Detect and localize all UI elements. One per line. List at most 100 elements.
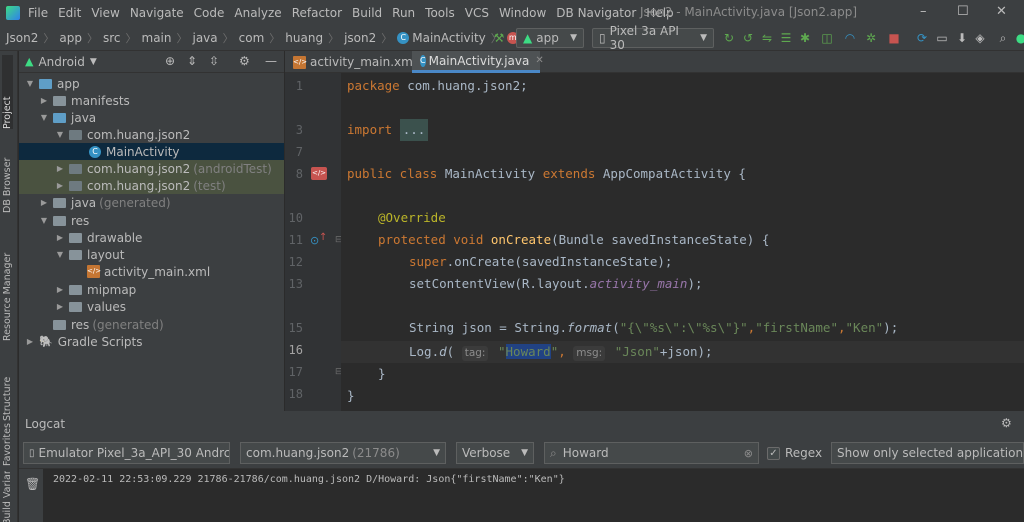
collapse-all-icon[interactable]: ⇳ [209, 54, 219, 68]
tree-node-mipmap[interactable]: ▶ mipmap [55, 281, 136, 298]
close-tab-icon[interactable]: ✕ [535, 55, 543, 66]
build-variants-tool-button[interactable]: Build Variants [2, 471, 13, 522]
tree-node-res[interactable]: ▼ res [39, 212, 89, 229]
sdk-manager-icon[interactable]: ⬇ [955, 31, 969, 45]
attach-debugger-icon[interactable]: ✲ [864, 31, 878, 45]
tab-activity-main-xml[interactable]: </> activity_main.xml ✕ [285, 51, 431, 73]
trash-icon[interactable]: 🗑 [25, 477, 40, 491]
assistant-icon[interactable]: ● [1014, 31, 1024, 45]
stop-icon[interactable]: ■ [887, 31, 901, 45]
menu-refactor[interactable]: Refactor [292, 6, 342, 20]
tree-node-activity-main-xml[interactable]: </> activity_main.xml [87, 263, 210, 280]
chevron-down-icon[interactable]: ▼ [39, 113, 49, 122]
filter-select[interactable]: Show only selected application [831, 442, 1024, 464]
menu-file[interactable]: File [28, 6, 48, 20]
chevron-down-icon[interactable]: ▼ [25, 79, 35, 88]
locate-icon[interactable]: ⊕ [165, 54, 175, 68]
debug-icon[interactable]: ✱ [798, 31, 812, 45]
menu-analyze[interactable]: Analyze [234, 6, 281, 20]
chevron-right-icon[interactable]: ▶ [39, 96, 49, 105]
activity-layout-icon[interactable]: </> [311, 167, 327, 180]
chevron-right-icon[interactable]: ▶ [39, 198, 49, 207]
tree-node-res-generated[interactable]: res (generated) [53, 316, 164, 333]
structure-icon[interactable]: ◈ [973, 31, 987, 45]
rerun-icon[interactable]: ↻ [722, 31, 736, 45]
tree-node-package[interactable]: ▼ com.huang.json2 [55, 126, 190, 143]
project-view-mode-select[interactable]: Android [38, 55, 84, 69]
resource-manager-tool-button[interactable]: Resource Manager [2, 216, 13, 341]
tree-node-manifests[interactable]: ▶ manifests [39, 92, 130, 109]
search-icon[interactable]: ⌕ [996, 31, 1010, 45]
tab-mainactivity-java[interactable]: C MainActivity.java ✕ [412, 51, 544, 73]
tree-node-layout[interactable]: ▼ layout [55, 246, 125, 263]
chevron-right-icon[interactable]: ▶ [55, 285, 65, 294]
device-manager-icon[interactable]: ▭ [935, 31, 949, 45]
menu-navigate[interactable]: Navigate [130, 6, 184, 20]
hide-panel-icon[interactable]: — [265, 54, 277, 68]
menu-edit[interactable]: Edit [58, 6, 81, 20]
chevron-right-icon[interactable]: ▶ [55, 233, 65, 242]
clear-icon[interactable]: ⊗ [744, 447, 753, 460]
profile-icon[interactable]: ◠ [843, 31, 857, 45]
tree-node-java-generated[interactable]: ▶ java (generated) [39, 194, 171, 211]
tree-node-app[interactable]: ▼ app [25, 75, 80, 92]
device-select[interactable]: ▯ Pixel 3a API 30 ▼ [592, 24, 714, 52]
minimize-icon[interactable]: – [920, 4, 927, 19]
gear-icon[interactable]: ⚙ [1001, 416, 1012, 430]
breadcrumb-item[interactable]: java [192, 31, 217, 45]
gear-icon[interactable]: ⚙ [239, 54, 250, 68]
coverage-icon[interactable]: ◫ [820, 31, 834, 45]
close-icon[interactable]: ✕ [996, 4, 1007, 19]
tree-node-package-androidtest[interactable]: ▶ com.huang.json2 (androidTest) [19, 160, 284, 177]
log-search-input[interactable]: ⌕ Howard ⊗ [544, 442, 759, 464]
run-config-select[interactable]: ▲ app ▼ [516, 28, 584, 48]
sync-gradle-icon[interactable]: ⟳ [915, 31, 929, 45]
chevron-right-icon[interactable]: ▶ [55, 181, 65, 190]
tree-node-values[interactable]: ▶ values [55, 298, 126, 315]
favorites-tool-button[interactable]: Favorites [2, 396, 13, 466]
folded-imports[interactable]: ... [399, 119, 429, 141]
chevron-right-icon[interactable]: ▶ [25, 337, 35, 346]
tree-node-package-test[interactable]: ▶ com.huang.json2 (test) [19, 177, 284, 194]
tree-node-drawable[interactable]: ▶ drawable [55, 229, 142, 246]
log-level-select[interactable]: Verbose ▼ [456, 442, 534, 464]
expand-all-icon[interactable]: ⇕ [187, 54, 197, 68]
db-browser-tool-button[interactable]: DB Browser [2, 135, 13, 213]
process-select[interactable]: com.huang.json2 (21786) ▼ [240, 442, 446, 464]
breadcrumb-item[interactable]: src [103, 31, 121, 45]
tree-node-gradle-scripts[interactable]: ▶ 🐘 Gradle Scripts [25, 333, 143, 350]
breadcrumb-item[interactable]: main [142, 31, 172, 45]
chevron-right-icon[interactable]: ▶ [55, 302, 65, 311]
code-editor[interactable]: package com.huang.json2; import ... publ… [341, 73, 1024, 411]
tree-node-java[interactable]: ▼ java [39, 109, 96, 126]
menu-view[interactable]: View [91, 6, 119, 20]
project-tool-button[interactable]: Project [2, 55, 13, 129]
menu-run[interactable]: Run [392, 6, 415, 20]
checkbox-checked-icon[interactable]: ✓ [767, 446, 780, 460]
menu-tools[interactable]: Tools [425, 6, 455, 20]
run-tests-icon[interactable]: ☰ [779, 31, 793, 45]
breadcrumb-item[interactable]: huang [285, 31, 323, 45]
apply-code-changes-icon[interactable]: ⇋ [760, 31, 774, 45]
breadcrumb-item[interactable]: app [59, 31, 82, 45]
tree-node-mainactivity[interactable]: C MainActivity [19, 143, 284, 160]
chevron-down-icon[interactable]: ▼ [55, 250, 65, 259]
hammer-icon[interactable]: ⚒ [492, 31, 506, 45]
menu-window[interactable]: Window [499, 6, 546, 20]
device-select[interactable]: ▯ Emulator Pixel_3a_API_30 Andrc ▼ [23, 442, 230, 464]
apply-changes-icon[interactable]: ↺ [741, 31, 755, 45]
breadcrumb-item[interactable]: Json2 [6, 31, 38, 45]
regex-checkbox[interactable]: ✓ Regex [767, 446, 822, 460]
breadcrumb-item[interactable]: json2 [344, 31, 376, 45]
chevron-down-icon[interactable]: ▼ [90, 57, 97, 67]
override-method-icon[interactable]: ⊙ [310, 234, 319, 247]
breadcrumb-item[interactable]: MainActivity [412, 31, 486, 45]
breadcrumb-item[interactable]: com [239, 31, 265, 45]
maximize-icon[interactable]: ☐ [957, 4, 969, 19]
menu-build[interactable]: Build [352, 6, 382, 20]
chevron-down-icon[interactable]: ▼ [55, 130, 65, 139]
chevron-right-icon[interactable]: ▶ [55, 164, 65, 173]
menu-code[interactable]: Code [194, 6, 225, 20]
menu-vcs[interactable]: VCS [465, 6, 489, 20]
chevron-down-icon[interactable]: ▼ [39, 216, 49, 225]
